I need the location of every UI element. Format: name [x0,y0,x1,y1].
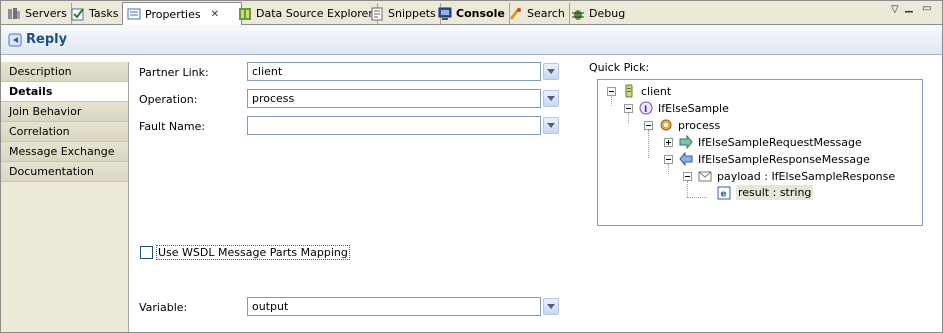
collapse-icon[interactable] [644,120,653,130]
search-icon [509,7,523,21]
partner-link-combo[interactable]: client [247,62,559,81]
section-header: Reply [1,25,942,55]
quick-pick-label: Quick Pick: [589,61,650,74]
variable-dropdown-button[interactable] [543,298,559,315]
tree-node-label: IfElseSample [658,101,729,115]
nav-join-behavior[interactable]: Join Behavior [1,102,128,122]
tree-node-request-message[interactable]: IfElseSampleRequestMessage [664,134,862,150]
tree-connector [687,181,688,197]
partner-link-value[interactable]: client [247,62,541,81]
nav-details[interactable]: Details [1,82,128,102]
variable-combo[interactable]: output [247,297,559,316]
tab-search[interactable]: Search [505,3,570,24]
chevron-down-icon [547,304,555,309]
expand-icon[interactable] [664,137,673,147]
tree-connector [648,130,649,158]
wsdl-mapping-checkbox[interactable]: Use WSDL Message Parts Mapping [140,245,350,260]
collapse-icon[interactable] [664,154,673,164]
minimize-icon[interactable]: ▽ [891,4,899,15]
chevron-down-icon [547,123,555,128]
svg-text:e: e [721,189,727,199]
collapse-icon[interactable] [607,86,616,96]
tab-label: Servers [25,7,67,20]
element-icon: e [717,186,731,200]
nav-correlation[interactable]: Correlation [1,122,128,142]
tasks-icon [71,7,85,21]
tab-snippets[interactable]: Snippets [366,3,441,24]
tab-label: Console [456,7,505,20]
operation-label: Operation: [139,93,198,106]
quick-pick-tree: client I IfElseSample process IfElseSamp… [597,79,923,226]
snippets-icon [370,7,384,21]
fault-name-combo[interactable] [247,116,559,135]
tab-label: Debug [589,7,626,20]
servers-icon [7,7,21,21]
tab-label: Search [527,7,565,20]
fault-name-label: Fault Name: [139,120,206,133]
collapse-icon[interactable] [624,103,633,113]
tree-node-label: result : string [736,185,814,200]
tree-node-client[interactable]: client [607,84,671,98]
tab-label: Data Source Explorer [256,7,373,20]
maximize-icon[interactable]: ▭ [922,3,931,14]
tab-servers[interactable]: Servers [3,3,72,24]
fault-name-dropdown-button[interactable] [543,117,559,134]
variable-value[interactable]: output [247,297,541,316]
checkbox-box[interactable] [140,246,153,259]
tree-node-ifelsesample[interactable]: I IfElseSample [624,101,729,115]
tree-node-response-message[interactable]: IfElseSampleResponseMessage [664,151,870,167]
partner-link-dropdown-button[interactable] [543,63,559,80]
tree-node-result[interactable]: e result : string [717,185,814,200]
section-title: Reply [26,32,68,47]
data-source-icon [238,7,252,21]
console-icon [438,7,452,21]
tab-debug[interactable]: Debug [567,3,629,24]
reply-icon [8,33,22,47]
tab-data-source-explorer[interactable]: Data Source Explorer [234,3,378,24]
fault-name-value[interactable] [247,116,541,135]
tree-node-label: IfElseSampleResponseMessage [698,152,870,166]
operation-combo[interactable]: process [247,89,559,108]
nav-documentation[interactable]: Documentation [1,162,128,182]
collapse-icon[interactable] [683,171,692,181]
input-message-icon [679,134,693,150]
close-tab-icon[interactable]: ✕ [211,9,219,20]
properties-icon [127,7,141,21]
tree-node-label: client [641,84,672,98]
properties-view: Servers Tasks Properties ✕ Data Source E… [0,0,943,333]
chevron-down-icon [547,96,555,101]
tab-tasks[interactable]: Tasks [67,3,124,24]
tree-node-process[interactable]: process [644,118,720,132]
operation-icon [659,118,673,132]
operation-value[interactable]: process [247,89,541,108]
nav-message-exchange[interactable]: Message Exchange [1,142,128,162]
part-icon [698,169,712,183]
nav-description[interactable]: Description [1,62,128,82]
tab-console[interactable]: Console [434,3,510,24]
chevron-down-icon [547,69,555,74]
tab-properties[interactable]: Properties ✕ [122,2,242,25]
tab-label: Snippets [388,7,436,20]
tree-node-label: IfElseSampleRequestMessage [698,135,862,149]
debug-icon [571,7,585,21]
tree-connector [687,197,707,198]
minimize-view-icon[interactable]: ▁ [905,2,913,13]
interface-icon: I [639,101,653,115]
tab-label: Properties [145,7,201,21]
tab-label: Tasks [89,7,119,20]
output-message-icon [679,151,693,167]
partner-link-icon [622,84,636,98]
properties-nav: Description Details Join Behavior Correl… [1,62,129,332]
tree-node-payload[interactable]: payload : IfElseSampleResponse [683,169,895,183]
partner-link-label: Partner Link: [139,66,209,79]
wsdl-mapping-label[interactable]: Use WSDL Message Parts Mapping [156,245,350,260]
variable-label: Variable: [139,301,188,314]
svg-text:I: I [644,105,647,115]
tree-node-label: process [678,118,721,132]
operation-dropdown-button[interactable] [543,90,559,107]
tree-node-label: payload : IfElseSampleResponse [717,169,896,183]
view-tab-bar: Servers Tasks Properties ✕ Data Source E… [1,1,942,25]
